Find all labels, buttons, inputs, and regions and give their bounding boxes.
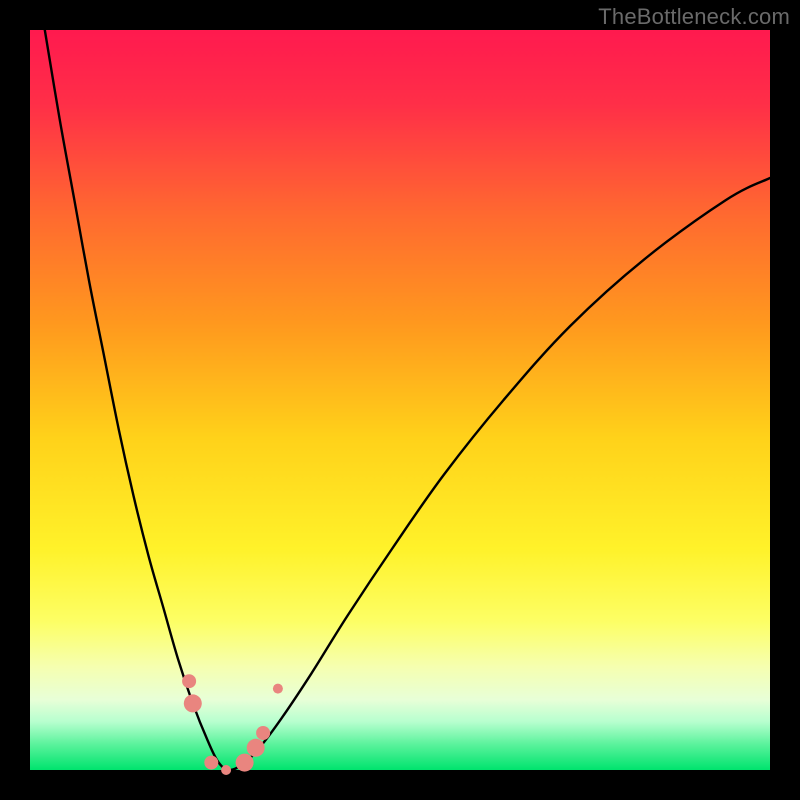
data-marker [184,694,202,712]
watermark-text: TheBottleneck.com [598,4,790,30]
data-marker [236,754,254,772]
data-marker [204,756,218,770]
chart-svg [30,30,770,770]
data-marker [182,674,196,688]
bottleneck-curve [45,30,770,770]
data-marker [273,684,283,694]
data-marker [247,739,265,757]
data-marker [256,726,270,740]
data-markers [182,674,283,775]
data-marker [221,765,231,775]
